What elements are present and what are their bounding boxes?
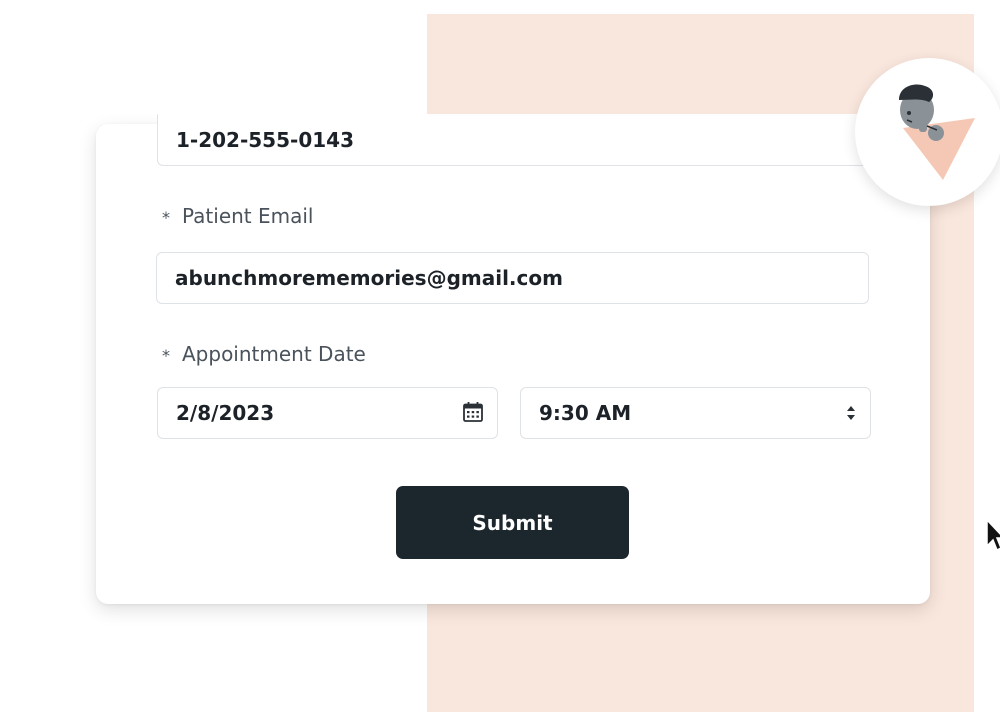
- page-stage: 1-202-555-0143 * Patient Email abunchmor…: [0, 0, 1000, 726]
- calendar-icon[interactable]: [462, 401, 484, 423]
- person-illustration-icon: [899, 84, 975, 180]
- mouse-pointer-icon: [986, 518, 1000, 552]
- appointment-date-label-text: Appointment Date: [182, 342, 366, 366]
- time-select[interactable]: 9:30 AM: [520, 387, 871, 439]
- date-input[interactable]: 2/8/2023: [157, 387, 498, 439]
- phone-field[interactable]: 1-202-555-0143: [157, 114, 877, 166]
- required-marker: *: [162, 207, 170, 227]
- required-marker: *: [162, 345, 170, 365]
- email-label-text: Patient Email: [182, 204, 314, 228]
- email-value: abunchmorememories@gmail.com: [175, 266, 563, 290]
- email-label: * Patient Email: [162, 204, 313, 228]
- date-value: 2/8/2023: [176, 401, 275, 425]
- email-field[interactable]: abunchmorememories@gmail.com: [156, 252, 869, 304]
- appointment-date-label: * Appointment Date: [162, 342, 366, 366]
- appointment-form-card: 1-202-555-0143 * Patient Email abunchmor…: [96, 114, 930, 604]
- select-arrows-icon: [847, 406, 855, 420]
- submit-button[interactable]: Submit: [396, 486, 629, 559]
- phone-value: 1-202-555-0143: [176, 128, 354, 152]
- time-value: 9:30 AM: [539, 401, 632, 425]
- avatar: [855, 58, 1000, 206]
